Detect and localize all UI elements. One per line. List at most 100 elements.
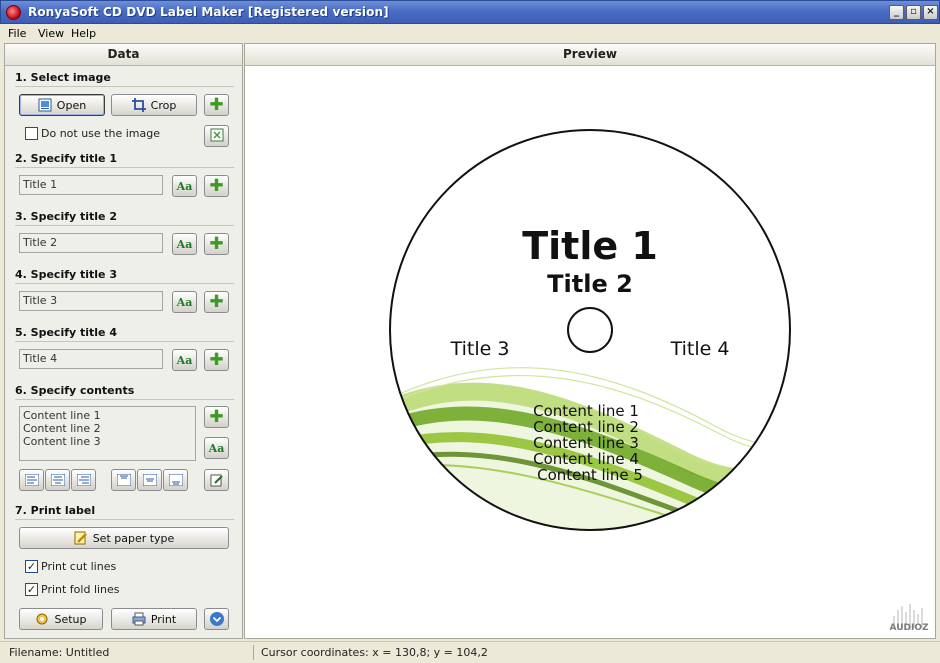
printer-icon <box>132 612 146 626</box>
title-2-add-button[interactable]: ✚ <box>204 233 229 255</box>
valign-top-button[interactable] <box>111 469 136 491</box>
title-2-font-button[interactable]: Aa <box>172 233 197 255</box>
contents-line: Content line 1 <box>23 409 101 422</box>
title-1-font-button[interactable]: Aa <box>172 175 197 197</box>
divider <box>15 399 234 400</box>
no-image-label: Do not use the image <box>41 127 160 140</box>
print-fold-lines-label: Print fold lines <box>41 583 120 596</box>
valign-bottom-icon <box>168 474 183 486</box>
print-label: Print <box>150 612 177 626</box>
disc-title-1: Title 1 <box>522 224 658 268</box>
contents-add-button[interactable]: ✚ <box>204 406 229 428</box>
edit-contents-button[interactable] <box>204 469 229 491</box>
disc-title-4: Title 4 <box>670 338 730 360</box>
print-fold-lines-checkbox[interactable]: ✓ <box>25 583 38 596</box>
plus-icon: ✚ <box>209 233 224 254</box>
watermark-text: AUDIOZ <box>890 623 929 633</box>
title-2-input[interactable]: Title 2 <box>19 233 163 253</box>
set-paper-type-button[interactable]: Set paper type <box>19 527 229 549</box>
minimize-button[interactable]: _ <box>889 5 904 20</box>
image-layout-button[interactable] <box>204 125 229 147</box>
section-title-1: 2. Specify title 1 <box>15 152 117 165</box>
section-contents: 6. Specify contents <box>15 384 135 397</box>
title-bar: RonyaSoft CD DVD Label Maker [Registered… <box>0 0 940 24</box>
align-left-icon <box>24 474 39 486</box>
status-cursor-coordinates: Cursor coordinates: x = 130,8; y = 104,2 <box>261 646 488 659</box>
preview-panel-header: Preview <box>245 44 935 66</box>
title-4-input[interactable]: Title 4 <box>19 349 163 369</box>
no-image-checkbox[interactable] <box>25 127 38 140</box>
title-3-input[interactable]: Title 3 <box>19 291 163 311</box>
section-print-label: 7. Print label <box>15 504 96 517</box>
maximize-button[interactable]: ▫ <box>906 5 921 20</box>
font-icon: Aa <box>176 353 193 367</box>
disc-preview[interactable]: Title 1 Title 2 Title 3 Title 4 Content … <box>245 66 935 638</box>
title-4-add-button[interactable]: ✚ <box>204 349 229 371</box>
print-button[interactable]: Print <box>111 608 197 630</box>
font-icon: Aa <box>176 295 193 309</box>
align-right-button[interactable] <box>71 469 96 491</box>
valign-top-icon <box>116 474 131 486</box>
disc-title-3: Title 3 <box>450 338 510 360</box>
contents-line: Content line 2 <box>23 422 101 435</box>
section-select-image: 1. Select image <box>15 71 111 84</box>
status-bar: Filename: Untitled Cursor coordinates: x… <box>0 641 940 663</box>
crop-button[interactable]: Crop <box>111 94 197 116</box>
menu-view[interactable]: View <box>38 27 64 40</box>
plus-icon: ✚ <box>209 175 224 196</box>
divider <box>15 341 234 342</box>
align-left-button[interactable] <box>19 469 44 491</box>
crop-icon <box>131 98 146 112</box>
divider <box>15 167 234 168</box>
print-options-button[interactable] <box>204 608 229 630</box>
set-paper-type-label: Set paper type <box>92 531 175 545</box>
contents-textarea[interactable]: Content line 1 Content line 2 Content li… <box>19 406 196 461</box>
contents-line: Content line 3 <box>23 435 101 448</box>
status-separator <box>253 645 254 660</box>
valign-bottom-button[interactable] <box>163 469 188 491</box>
image-layout-icon <box>210 128 224 145</box>
section-title-3: 4. Specify title 3 <box>15 268 117 281</box>
print-cut-lines-checkbox[interactable]: ✓ <box>25 560 38 573</box>
preview-panel: Preview Title 1 Title 2 Title 3 Title 4 … <box>244 43 936 639</box>
disc-content-line: Content line 5 <box>537 466 643 484</box>
crop-label: Crop <box>150 98 177 112</box>
status-filename: Filename: Untitled <box>9 646 110 659</box>
title-3-font-button[interactable]: Aa <box>172 291 197 313</box>
close-button[interactable]: × <box>923 5 938 20</box>
menu-help[interactable]: Help <box>71 27 96 40</box>
menu-file[interactable]: File <box>8 27 26 40</box>
print-cut-lines-label: Print cut lines <box>41 560 117 573</box>
plus-icon: ✚ <box>209 94 224 115</box>
data-panel-header: Data <box>5 44 242 66</box>
divider <box>15 283 234 284</box>
setup-button[interactable]: Setup <box>19 608 103 630</box>
title-1-add-button[interactable]: ✚ <box>204 175 229 197</box>
app-icon <box>6 5 21 20</box>
chevron-down-icon <box>209 612 224 626</box>
data-panel: Data 1. Select image Open Crop ✚ Do not … <box>4 43 243 639</box>
open-button[interactable]: Open <box>19 94 105 116</box>
divider <box>15 86 234 87</box>
disc-title-2: Title 2 <box>547 270 633 298</box>
audioz-watermark: AUDIOZ <box>884 602 934 638</box>
open-image-icon <box>38 98 52 112</box>
plus-icon: ✚ <box>209 349 224 370</box>
setup-icon <box>36 613 48 625</box>
contents-font-button[interactable]: Aa <box>204 437 229 459</box>
font-icon: Aa <box>176 237 193 251</box>
edit-icon <box>210 474 223 487</box>
add-image-button[interactable]: ✚ <box>204 94 229 116</box>
section-title-4: 5. Specify title 4 <box>15 326 117 339</box>
align-center-button[interactable] <box>45 469 70 491</box>
setup-label: Setup <box>54 612 87 626</box>
font-icon: Aa <box>208 441 225 455</box>
align-right-icon <box>76 474 91 486</box>
title-4-font-button[interactable]: Aa <box>172 349 197 371</box>
title-3-add-button[interactable]: ✚ <box>204 291 229 313</box>
title-1-input[interactable]: Title 1 <box>19 175 163 195</box>
divider <box>15 519 234 520</box>
valign-middle-button[interactable] <box>137 469 162 491</box>
plus-icon: ✚ <box>209 291 224 312</box>
paper-pencil-icon <box>74 531 87 545</box>
